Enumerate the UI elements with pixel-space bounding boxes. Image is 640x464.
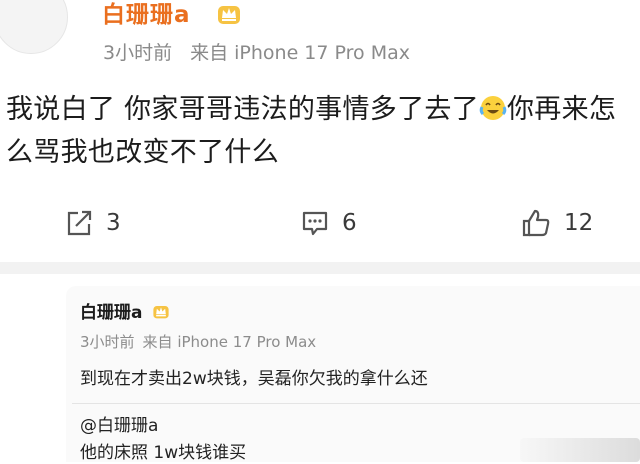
post-body: 我说白了 你家哥哥违法的事情多了去了 你再来怎么骂我也改变不了什么 — [6, 88, 634, 174]
section-divider — [0, 262, 640, 274]
comment-icon — [302, 211, 328, 236]
repost-button[interactable]: 3 — [64, 203, 121, 243]
post-text-part1: 我说白了 你家哥哥违法的事情多了去了 — [6, 94, 479, 125]
comment-button[interactable]: 6 — [300, 203, 357, 243]
comment-divider — [72, 403, 640, 404]
comment-meta: 3小时前 来自 iPhone 17 Pro Max — [80, 332, 316, 352]
vip-crown-icon-small — [153, 305, 169, 319]
like-button[interactable]: 12 — [520, 203, 593, 243]
vip-crown-icon — [218, 6, 240, 24]
comment-time: 3小时前 — [80, 333, 135, 351]
repost-icon — [67, 210, 92, 236]
thumbs-up-icon — [522, 209, 550, 237]
quoted-text: 他的床照 1w块钱谁买 — [80, 443, 247, 463]
watermark — [520, 438, 640, 462]
comment-source: 来自 iPhone 17 Pro Max — [142, 333, 317, 351]
post-action-bar: 3 6 12 — [0, 203, 640, 243]
comment-author-name[interactable]: 白珊珊a — [80, 302, 142, 324]
quoted-author-mention[interactable]: @白珊珊a — [80, 415, 158, 437]
like-count: 12 — [564, 210, 594, 236]
comment-count: 6 — [342, 210, 357, 236]
post-author-name[interactable]: 白珊珊a — [102, 0, 191, 30]
comment-text: 到现在才卖出2w块钱，吴磊你欠我的拿什么还 — [80, 369, 428, 389]
post-source: 来自 iPhone 17 Pro Max — [190, 42, 410, 64]
post-meta: 3小时前 来自 iPhone 17 Pro Max — [103, 40, 410, 66]
author-avatar[interactable] — [0, 0, 68, 54]
repost-count: 3 — [106, 210, 121, 236]
post-time: 3小时前 — [103, 42, 173, 64]
laugh-cry-emoji-icon — [479, 96, 507, 120]
